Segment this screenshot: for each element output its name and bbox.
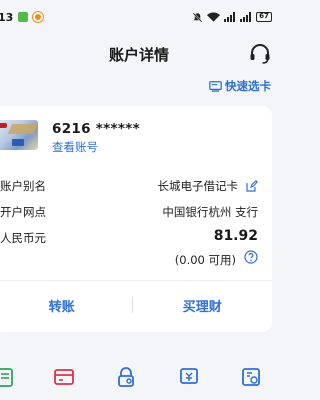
weibo-notification-icon [33,12,44,22]
help-icon[interactable] [244,250,258,264]
status-bar: 13 67 [0,0,278,34]
branch-row: 开户网点 中国银行杭州 支行 [0,204,258,220]
card-icon[interactable] [53,366,75,388]
action-bar: 转账 买理财 [0,281,272,329]
app-notification-icon [18,12,29,22]
available-balance: (0.00 可用) [174,253,236,267]
mute-bell-icon [192,12,203,22]
settings-card-icon[interactable] [240,366,262,388]
status-right: 67 [192,12,272,23]
page-header: 账户详情 [0,34,278,74]
buy-wealth-button[interactable]: 买理财 [133,296,273,315]
statement-icon[interactable] [0,366,16,388]
unionpay-icon [12,139,24,146]
branch-label: 开户网点 [0,205,46,219]
quick-select-card-button[interactable]: 快速选卡 [209,78,271,94]
edit-icon[interactable] [246,180,258,192]
bank-logo-icon [0,123,7,128]
card-switch-icon [209,80,222,92]
lock-icon[interactable] [115,366,137,388]
currency-label: 人民币元 [0,231,46,245]
view-account-link[interactable]: 查看账号 [52,139,98,155]
service-icons-row [0,366,278,390]
battery-icon: 67 [256,12,272,22]
branch-value: 中国银行杭州 支行 [162,205,258,219]
signal-icon [224,12,235,22]
balance-amount: 81.92 [213,228,258,244]
account-card: 6216 ****** 查看账号 账户别名 长城电子借记卡 开户网点 中国银行杭… [0,106,272,332]
card-number: 6216 ****** [52,121,140,137]
status-time: 13 [0,10,14,24]
alias-value: 长城电子借记卡 [157,179,239,193]
payment-icon[interactable] [178,366,200,388]
alias-row: 账户别名 长城电子借记卡 [0,178,258,194]
alias-label: 账户别名 [0,179,46,193]
page-title: 账户详情 [108,45,169,64]
transfer-button[interactable]: 转账 [0,296,132,315]
wifi-icon [207,12,220,22]
signal-icon-2 [240,12,251,22]
customer-service-icon[interactable] [248,42,272,66]
bank-card-image [0,120,38,150]
quick-select-card-label: 快速选卡 [225,79,271,93]
